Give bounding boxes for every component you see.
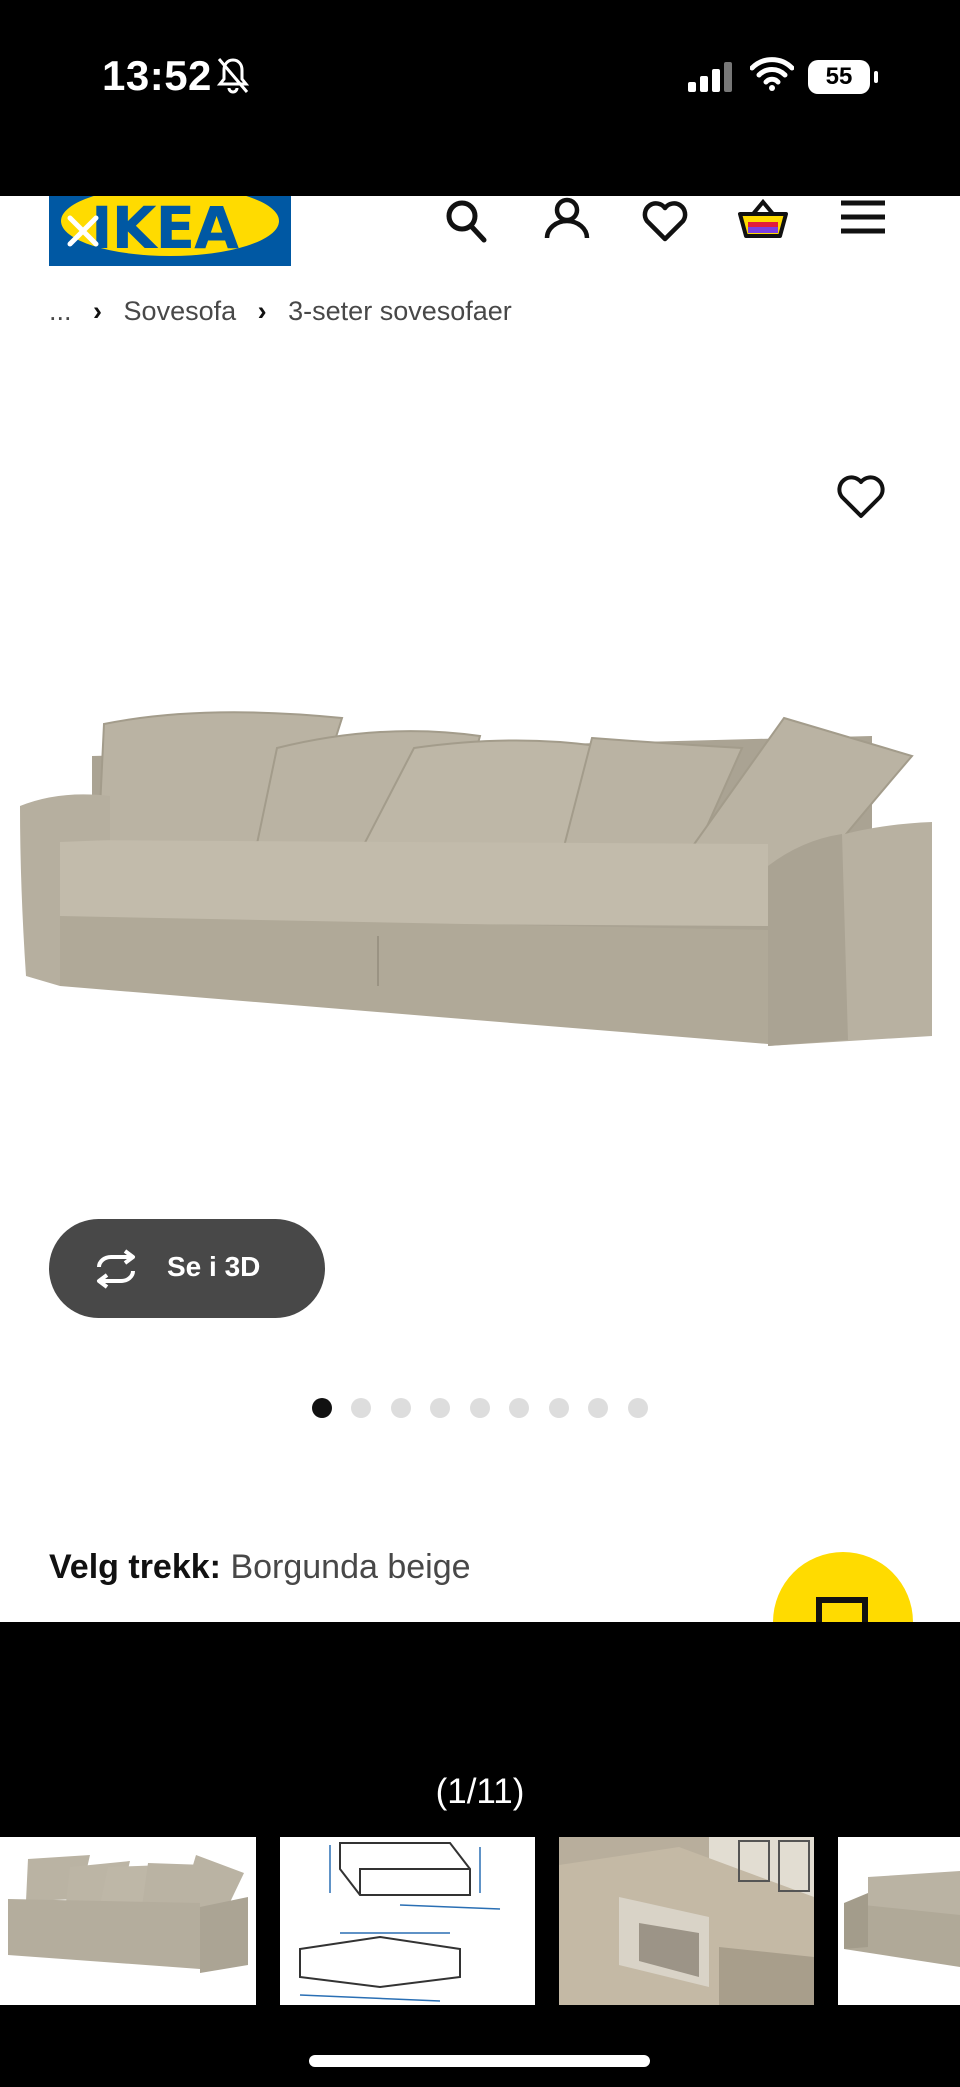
search-icon[interactable] (440, 196, 494, 250)
signal-icon (688, 62, 732, 92)
thumbnail-dimensions[interactable] (280, 1837, 535, 2005)
close-icon[interactable] (60, 208, 106, 254)
cart-icon[interactable] (736, 196, 790, 250)
breadcrumb-separator: › (93, 296, 103, 326)
carousel-dot[interactable] (549, 1398, 569, 1418)
home-indicator[interactable] (309, 2055, 650, 2067)
carousel-dot[interactable] (351, 1398, 371, 1418)
thumbnail-image (559, 1837, 814, 2005)
thumbnail-image (0, 1837, 256, 2005)
carousel-dot[interactable] (628, 1398, 648, 1418)
heart-icon[interactable] (638, 196, 692, 250)
carousel-dot[interactable] (470, 1398, 490, 1418)
thumbnail-bed-storage[interactable] (559, 1837, 814, 2005)
thumbnail-strip[interactable] (0, 1837, 960, 2005)
silent-bell-icon (216, 58, 250, 94)
wifi-icon (750, 57, 794, 91)
logo-text: IKEA (91, 196, 239, 262)
thumbnail-image (838, 1837, 960, 2005)
thumbnail-sofa-bed[interactable] (838, 1837, 960, 2005)
carousel-dot[interactable] (509, 1398, 529, 1418)
view-in-3d-label: Se i 3D (167, 1251, 261, 1282)
gallery-counter: (1/11) (435, 1772, 525, 1811)
product-image-sofa[interactable] (12, 626, 947, 1126)
carousel-dot[interactable] (588, 1398, 608, 1418)
variant-label: Velg trekk: (49, 1548, 221, 1586)
status-time: 13:52 (102, 52, 212, 99)
carousel-dot[interactable] (391, 1398, 411, 1418)
carousel-dot[interactable] (430, 1398, 450, 1418)
view-in-3d-button[interactable]: Se i 3D (49, 1219, 325, 1318)
rotate-3d-icon (97, 1249, 135, 1289)
add-to-cart-fab[interactable] (773, 1552, 913, 1622)
menu-icon[interactable] (836, 196, 890, 250)
save-to-favorites-icon[interactable] (836, 474, 886, 520)
breadcrumb-separator: › (257, 296, 267, 326)
account-icon[interactable] (540, 196, 594, 250)
carousel-dot[interactable] (312, 1398, 332, 1418)
battery-indicator: 55 (808, 60, 878, 94)
breadcrumb-ellipsis[interactable]: ... (49, 296, 72, 326)
thumbnail-image (280, 1837, 535, 2005)
breadcrumb-item-3-seter[interactable]: 3-seter sovesofaer (288, 296, 512, 326)
status-bar: 13:52 55 (0, 0, 960, 196)
product-page-screenshot: IKEA ... › Sovesofa › 3-seter sovesofaer (0, 196, 960, 1622)
variant-value: Borgunda beige (230, 1548, 471, 1586)
breadcrumb-item-sovesofa[interactable]: Sovesofa (124, 296, 237, 326)
cart-fab-icon (816, 1597, 868, 1622)
breadcrumb: ... › Sovesofa › 3-seter sovesofaer (49, 296, 526, 327)
variant-selector[interactable]: Velg trekk: Borgunda beige (49, 1548, 471, 1587)
thumbnail-sofa-front[interactable] (0, 1837, 256, 2005)
